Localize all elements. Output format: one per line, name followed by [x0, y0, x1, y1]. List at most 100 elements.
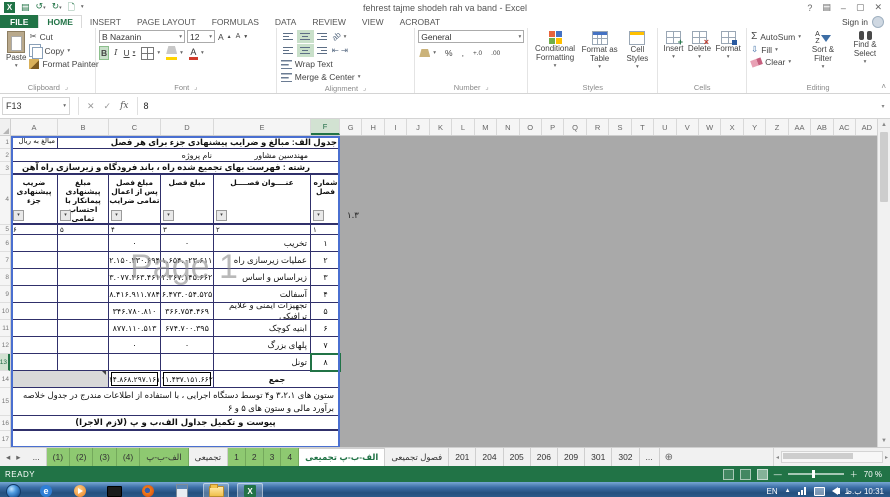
comma-style-button[interactable]: , — [461, 47, 465, 59]
cell-proposal-۸[interactable] — [58, 354, 109, 371]
cell-proposal-۵[interactable] — [58, 303, 109, 320]
header-after[interactable]: مبلغ فصل پس از اعمال تمامی ضرایب▾ — [109, 175, 161, 225]
header-title[interactable]: عنــــوان فصــــل▾ — [214, 175, 311, 225]
formula-input[interactable]: 8 — [137, 97, 876, 115]
expand-formula-bar-button[interactable]: ▾ — [876, 94, 890, 118]
clipboard-dialog-launcher[interactable]: ⌟ — [65, 83, 68, 91]
column-header-U[interactable]: U — [654, 119, 676, 135]
hscroll-left-arrow[interactable]: ◂ — [776, 454, 779, 461]
cell-coef-۶[interactable] — [11, 320, 58, 337]
name-box[interactable]: F13▾ — [2, 97, 70, 115]
copy-button[interactable]: Copy▾ — [28, 43, 99, 58]
row-header-7[interactable]: 7 — [0, 252, 10, 269]
header-coef[interactable]: ضریب پیشنهادی جزء▾ — [11, 175, 58, 225]
ribbon-tab-file[interactable]: FILE — [0, 15, 38, 28]
row-header-2[interactable]: 2 — [0, 149, 10, 162]
shrink-font-button[interactable]: A▼ — [235, 32, 250, 41]
cell-amount-۷[interactable]: ۰ — [161, 337, 214, 354]
taskbar-clock[interactable]: 10:31 ب.ظ — [845, 487, 884, 496]
sheet-tab-1[interactable]: (1) — [47, 448, 70, 466]
fill-color-button[interactable]: ▾ — [165, 45, 184, 61]
cell-title-۲[interactable]: عملیات زیرسازی راه — [214, 252, 311, 269]
row-header-8[interactable]: 8 — [0, 269, 10, 286]
sort-filter-button[interactable]: AZ Sort & Filter▾ — [802, 30, 844, 81]
volume-icon[interactable] — [832, 487, 838, 495]
sheet-tab-18[interactable]: 301 — [585, 448, 612, 466]
cell-no-۷[interactable]: ۷ — [311, 337, 340, 354]
save-button[interactable]: ▤ — [21, 2, 30, 13]
ribbon-display-options-button[interactable]: ▤ — [822, 2, 831, 13]
sign-in-link[interactable]: Sign in — [842, 17, 868, 27]
minimize-button[interactable]: – — [841, 3, 846, 13]
format-as-table-button[interactable]: Format as Table▾ — [579, 30, 621, 81]
font-color-button[interactable]: A▾ — [188, 46, 205, 61]
close-button[interactable]: ✕ — [874, 2, 882, 13]
cell-field-row[interactable]: رشته : فهرست بهای تجمیع شده راه ، باند ف… — [11, 162, 340, 175]
ribbon-tab-review[interactable]: REVIEW — [304, 15, 354, 28]
cell-note2[interactable]: پیوست و تکمیل جداول الف،ب و پ (لازم الاج… — [11, 416, 340, 431]
cell-title-۷[interactable]: پلهای بزرگ — [214, 337, 311, 354]
zoom-slider[interactable] — [788, 473, 844, 475]
insert-cells-button[interactable]: Insert▾ — [661, 30, 685, 81]
cut-button[interactable]: ✂Cut — [28, 30, 99, 43]
ribbon-tab-page-layout[interactable]: PAGE LAYOUT — [129, 15, 204, 28]
ribbon-tab-insert[interactable]: INSERT — [82, 15, 129, 28]
cancel-icon[interactable]: ✕ — [87, 101, 95, 112]
column-header-AA[interactable]: AA — [789, 119, 811, 135]
cell-after-۴[interactable]: ۸.۴۱۶.۹۱۱.۷۸۴ — [109, 286, 161, 303]
hidden-icons-arrow[interactable]: ▲ — [785, 488, 791, 494]
col-number-5[interactable]: ۵ — [58, 225, 109, 235]
cell-amount-۶[interactable]: ۶۷۴.۷۰۰.۳۹۵ — [161, 320, 214, 337]
cell-project-row[interactable]: مهندسین مشاورنام پروژه — [11, 149, 340, 162]
row-header-5[interactable]: 5 — [0, 225, 10, 235]
row-header-4[interactable]: 4 — [0, 175, 10, 225]
column-header-E[interactable]: E — [214, 119, 311, 135]
cell-title-۵[interactable]: تجهیزات ایمنی و علایم ترافیکی — [214, 303, 311, 320]
column-header-Y[interactable]: Y — [744, 119, 766, 135]
taskbar-excel[interactable]: X — [237, 483, 263, 497]
network-icon[interactable] — [798, 487, 807, 495]
col-number-4[interactable]: ۴ — [109, 225, 161, 235]
column-header-Q[interactable]: Q — [564, 119, 586, 135]
sheet-tab-3[interactable]: (3) — [93, 448, 116, 466]
cell-proposal-۶[interactable] — [58, 320, 109, 337]
sheet-tab-9[interactable]: 3 — [264, 448, 282, 466]
column-header-N[interactable]: N — [497, 119, 519, 135]
increase-indent-button[interactable]: ⇥ — [340, 44, 349, 57]
header-proposal[interactable]: مبلغ پیشنهادی پیمانکار با احتساب تمامی ض… — [58, 175, 109, 225]
ribbon-tab-home[interactable]: HOME — [38, 15, 82, 28]
zoom-out-button[interactable]: — — [774, 470, 782, 479]
vertical-scroll-thumb[interactable] — [880, 132, 888, 202]
sheet-tab-19[interactable]: 302 — [612, 448, 639, 466]
col-number-1[interactable]: ۱ — [311, 225, 340, 235]
column-header-P[interactable]: P — [542, 119, 564, 135]
cell-coef-۸[interactable] — [11, 354, 58, 371]
row-header-16[interactable]: 16 — [0, 416, 10, 431]
align-left-button[interactable] — [280, 44, 297, 57]
column-header-R[interactable]: R — [587, 119, 609, 135]
cell-proposal-۱[interactable] — [58, 235, 109, 252]
account-avatar[interactable] — [872, 16, 884, 28]
cell-after-۳[interactable]: ۳.۰۷۷.۲۶۳.۴۶۱ — [109, 269, 161, 286]
percent-style-button[interactable]: % — [444, 47, 454, 59]
cell-coef-۷[interactable] — [11, 337, 58, 354]
row-header-3[interactable]: 3 — [0, 162, 10, 175]
col-number-3[interactable]: ۳ — [161, 225, 214, 235]
new-sheet-button[interactable]: ⊕ — [660, 448, 678, 466]
decrease-decimal-button[interactable]: .00 — [490, 49, 501, 58]
cell-total-amount[interactable]: ۱۱.۴۳۷.۱۵۱.۶۶۲ — [161, 371, 214, 388]
column-header-D[interactable]: D — [161, 119, 214, 135]
sheet-tab-0[interactable]: ... — [27, 448, 47, 466]
print-preview-button[interactable]: 🗋 — [68, 2, 75, 13]
sheet-tab-12[interactable]: فصول تجمیعی — [385, 448, 449, 466]
page-layout-view-button[interactable] — [740, 469, 751, 480]
redo-button[interactable]: ↻▾ — [52, 1, 62, 14]
autosum-button[interactable]: ΣAutoSum▾ — [750, 30, 802, 43]
row-header-1[interactable]: 1 — [0, 136, 10, 149]
cell-proposal-۳[interactable] — [58, 269, 109, 286]
row-header-13[interactable]: 13 — [0, 354, 10, 371]
page-break-preview-button[interactable] — [757, 469, 768, 480]
scroll-down-arrow[interactable]: ▼ — [878, 435, 890, 447]
zoom-in-button[interactable]: ＋ — [850, 469, 858, 480]
number-format-select[interactable]: General▾ — [418, 30, 524, 43]
